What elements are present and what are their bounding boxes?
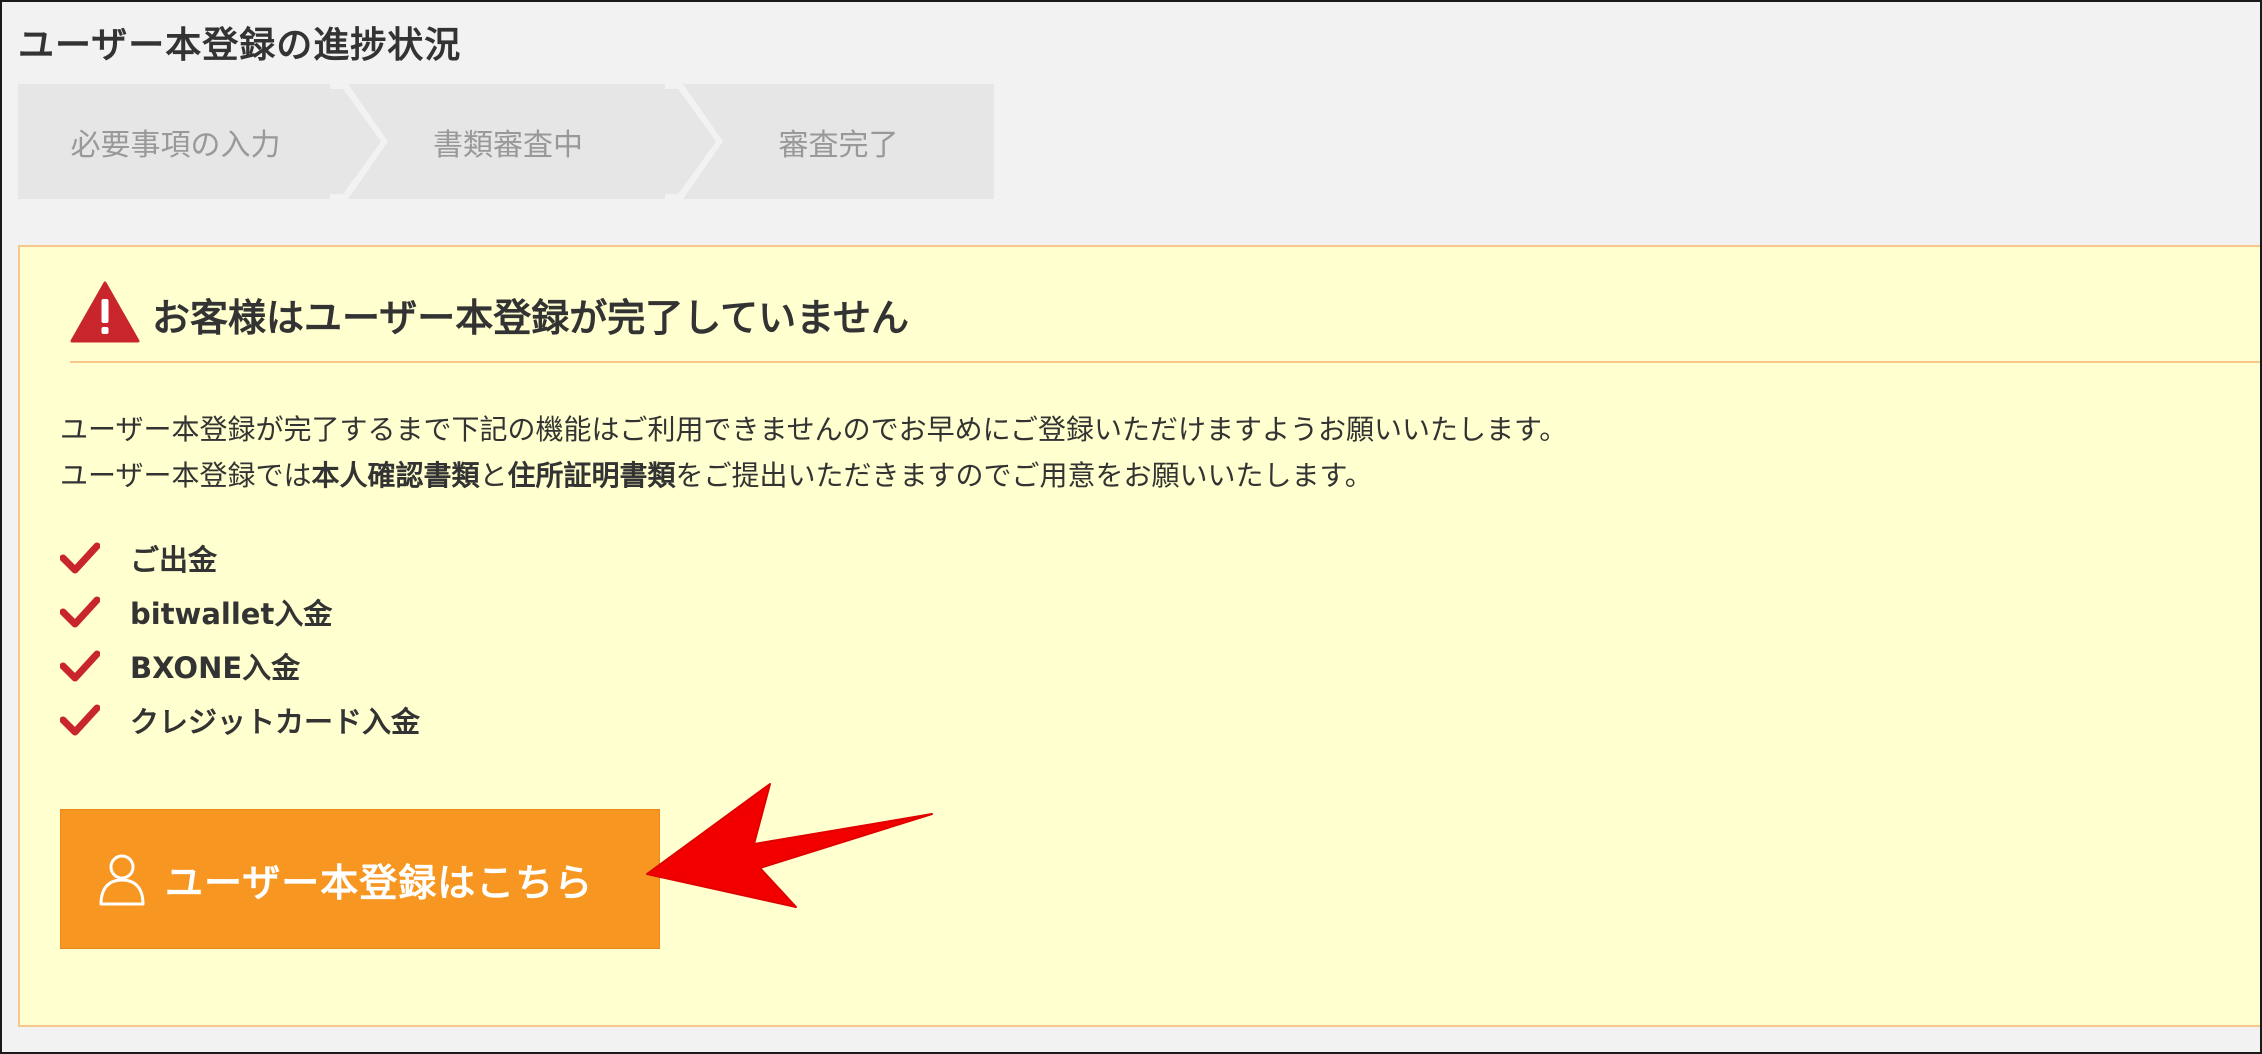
step-input-required: 必要事項の入力 [18,84,333,199]
warning-triangle-icon [70,281,140,343]
step-document-review: 書類審査中 [348,84,668,199]
identity-document-text: 本人確認書類 [311,459,480,492]
alert-header: お客様はユーザー本登録が完了していません [70,281,2260,363]
user-registration-button[interactable]: ユーザー本登録はこちら [60,809,660,949]
register-button-label: ユーザー本登録はこちら [165,860,594,905]
list-item: BXONE入金 [60,639,420,693]
line2-text: をご提出いただきますのでご用意をお願いいたします。 [675,459,1373,492]
feature-label: ご出金 [130,543,218,577]
description-line-1: ユーザー本登録が完了するまで下記の機能はご利用できませんのでお早めにご登録いただ… [60,413,1568,446]
page-title: ユーザー本登録の進捗状況 [18,25,462,66]
check-icon [60,542,100,574]
feature-label: クレジットカード入金 [130,705,421,739]
check-icon [60,650,100,682]
list-item: クレジットカード入金 [60,693,420,747]
line2-text: ユーザー本登録では [60,459,312,492]
step-separator-chevron-icon [330,84,388,199]
line2-text: と [479,459,508,492]
screenshot-frame: ユーザー本登録の進捗状況 必要事項の入力 書類審査中 審査完了 お客様はユーザー… [0,0,2262,1054]
step-label: 審査完了 [778,127,899,163]
check-icon [60,596,100,628]
alert-description: ユーザー本登録が完了するまで下記の機能はご利用できませんのでお早めにご登録いただ… [60,407,1567,499]
list-item: ご出金 [60,531,420,585]
address-proof-document-text: 住所証明書類 [507,459,676,492]
step-label: 必要事項の入力 [70,127,281,163]
user-icon [99,854,145,906]
registration-alert: お客様はユーザー本登録が完了していません ユーザー本登録が完了するまで下記の機能… [18,245,2260,1027]
restricted-feature-list: ご出金 bitwallet入金 BXONE入金 クレジットカード入金 [60,531,420,747]
progress-steps: 必要事項の入力 書類審査中 審査完了 [18,84,994,199]
red-arrow-annotation [646,783,933,908]
feature-label: bitwallet入金 [130,597,333,631]
step-separator-chevron-icon [665,84,723,199]
alert-title: お客様はユーザー本登録が完了していません [152,296,909,340]
description-line-2: ユーザー本登録では本人確認書類と住所証明書類をご提出いただきますのでご用意をお願… [60,453,1567,499]
feature-label: BXONE入金 [130,651,301,685]
step-review-complete: 審査完了 [683,84,994,199]
list-item: bitwallet入金 [60,585,420,639]
step-label: 書類審査中 [433,127,583,163]
check-icon [60,704,100,736]
